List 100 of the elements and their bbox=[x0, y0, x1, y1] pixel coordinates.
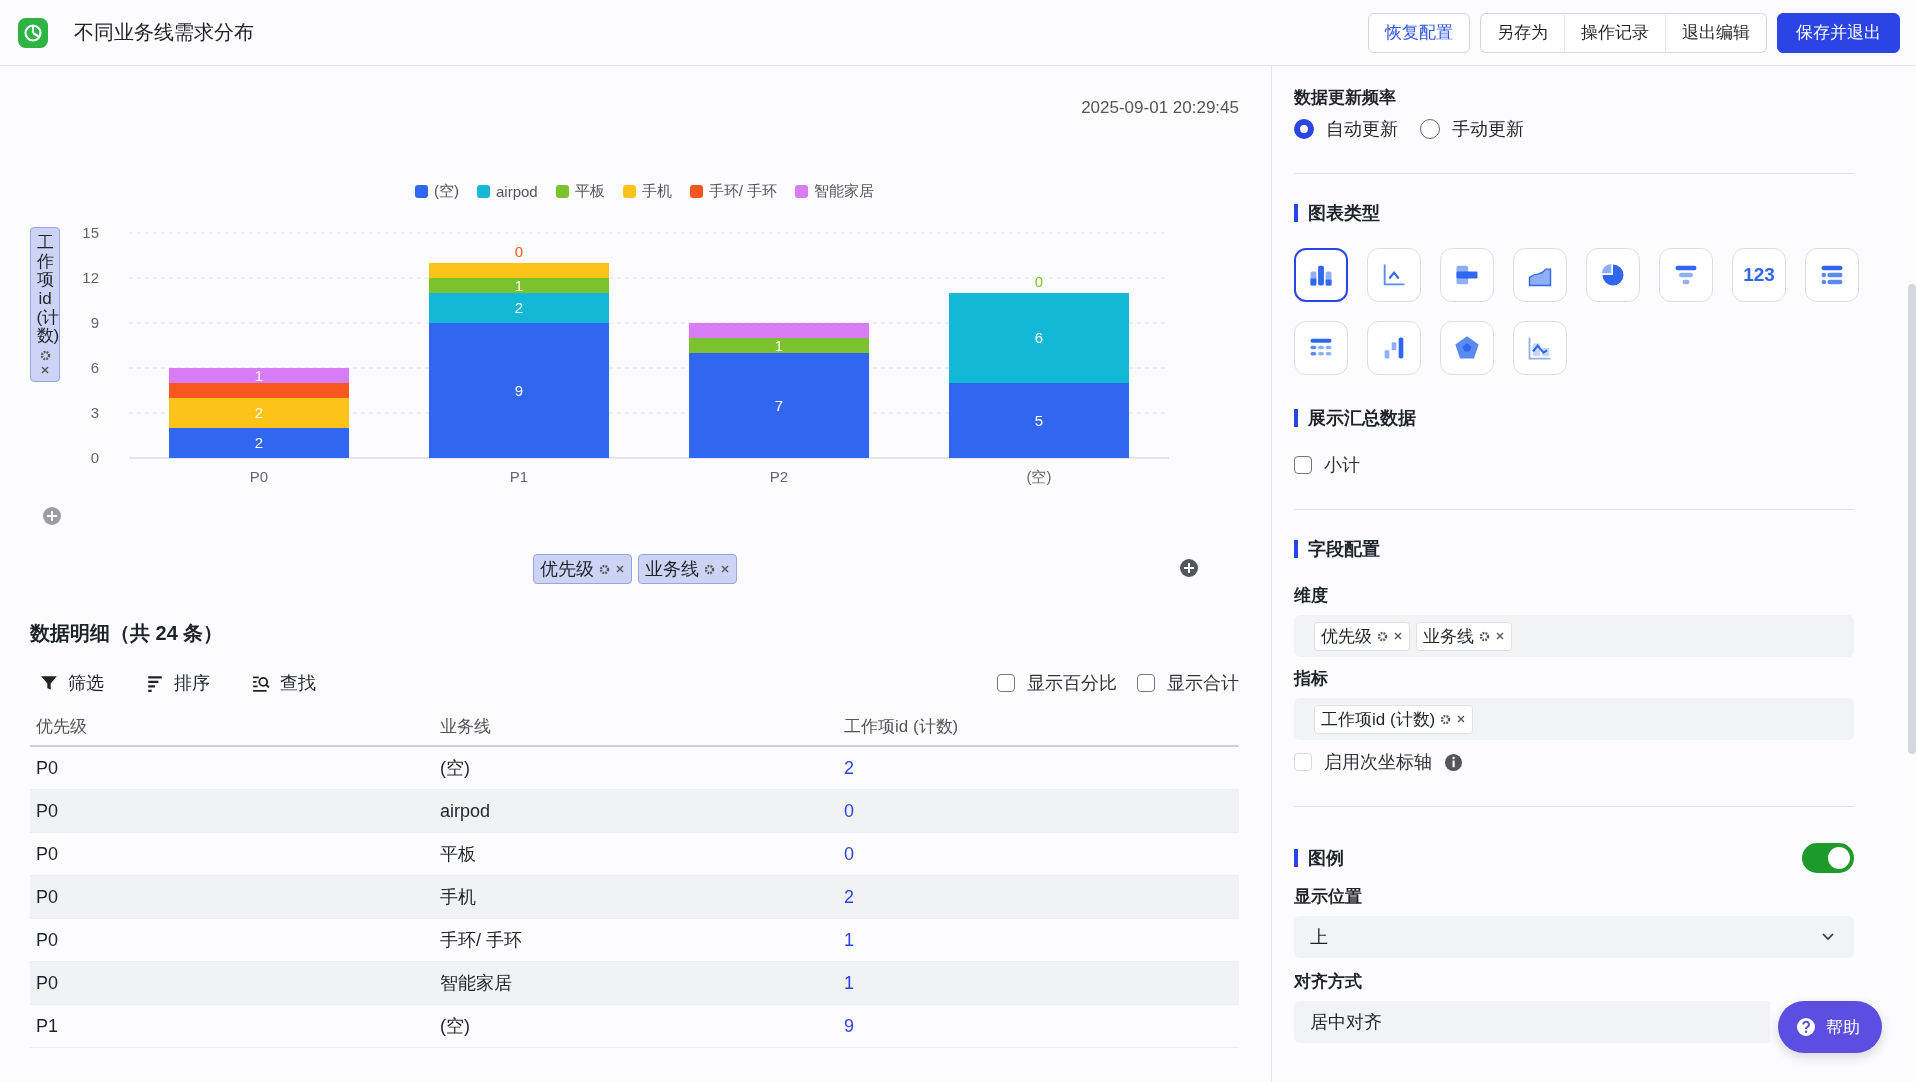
gear-icon[interactable] bbox=[1479, 630, 1490, 642]
data-label: 9 bbox=[514, 381, 524, 399]
close-icon[interactable] bbox=[40, 365, 50, 376]
scrollbar[interactable] bbox=[1908, 284, 1916, 754]
gear-icon[interactable] bbox=[39, 350, 51, 362]
page-title: 不同业务线需求分布 bbox=[74, 20, 254, 45]
data-label: 1 bbox=[514, 276, 524, 294]
area-chart-type-button[interactable] bbox=[1513, 248, 1567, 302]
data-label: 2 bbox=[254, 404, 264, 421]
table-cell-text: 0 bbox=[843, 843, 855, 865]
align-select[interactable]: 居中对齐 bbox=[1294, 1001, 1770, 1043]
line-chart-type-button[interactable] bbox=[1367, 248, 1421, 302]
table-cell-text: P0 bbox=[35, 800, 60, 822]
filter-button[interactable]: 筛选 bbox=[30, 667, 114, 699]
radio-label: 手动更新 bbox=[1452, 118, 1524, 141]
column-header: 优先级 bbox=[35, 715, 88, 738]
list-chart-type-button[interactable] bbox=[1805, 248, 1859, 302]
gear-icon[interactable] bbox=[703, 563, 715, 575]
data-label: 6 bbox=[1034, 329, 1044, 346]
section-heading: 字段配置 bbox=[1294, 540, 1854, 558]
gear-icon[interactable] bbox=[1377, 630, 1388, 642]
field-label: 维度 bbox=[1294, 585, 1329, 607]
toggle-switch[interactable] bbox=[1802, 843, 1854, 873]
checkbox-label: 显示合计 bbox=[1167, 672, 1239, 695]
field-chip[interactable]: 业务线 bbox=[1416, 621, 1512, 651]
data-label: 2 bbox=[254, 434, 264, 451]
field-chip[interactable]: 优先级 bbox=[1314, 621, 1410, 651]
checkbox[interactable] bbox=[1294, 456, 1312, 474]
toolbar-button[interactable]: 另存为 bbox=[1480, 12, 1564, 53]
table-cell-text: (空) bbox=[439, 757, 471, 780]
table-cell-text: 1 bbox=[843, 972, 855, 994]
hbar-chart-type-button[interactable] bbox=[1440, 248, 1494, 302]
close-icon[interactable] bbox=[719, 564, 730, 574]
info-icon[interactable] bbox=[1444, 752, 1463, 772]
dimension-drop-zone[interactable]: 优先级 业务线 bbox=[1294, 615, 1854, 657]
gear-icon[interactable] bbox=[1440, 713, 1452, 725]
field-label: 对齐方式 bbox=[1294, 971, 1363, 993]
section-heading: 图表类型 bbox=[1294, 204, 1854, 222]
data-label: 2 bbox=[514, 299, 524, 316]
table-cell-text: P0 bbox=[35, 886, 60, 908]
field-label: 显示位置 bbox=[1294, 886, 1363, 908]
y-tick-label: 0 bbox=[90, 449, 99, 466]
close-icon[interactable] bbox=[1456, 714, 1467, 724]
table-cell-text: P0 bbox=[35, 757, 60, 779]
save-exit-button[interactable]: 保存并退出 bbox=[1777, 12, 1900, 53]
timestamp: 2025-09-01 20:29:45 bbox=[1080, 98, 1239, 118]
table-cell-text: 平板 bbox=[439, 843, 477, 866]
kpi-chart-type-button[interactable]: 123 bbox=[1732, 248, 1786, 302]
gear-icon[interactable] bbox=[598, 563, 610, 575]
search-button[interactable]: 查找 bbox=[242, 667, 326, 699]
help-button[interactable]: 帮助 bbox=[1778, 1001, 1882, 1053]
sort-icon bbox=[146, 674, 164, 692]
x-category-label: P2 bbox=[769, 468, 789, 485]
close-icon[interactable] bbox=[614, 564, 625, 574]
field-chip[interactable]: 工作项id (计数) bbox=[1314, 704, 1474, 734]
table-chart-type-button[interactable] bbox=[1294, 321, 1348, 375]
checkbox[interactable] bbox=[1137, 674, 1155, 692]
radar-chart-type-button[interactable] bbox=[1440, 321, 1494, 375]
add-icon[interactable] bbox=[1179, 558, 1199, 578]
close-icon[interactable] bbox=[1495, 631, 1505, 641]
table-cell-text: (空) bbox=[439, 1015, 471, 1038]
checkbox-label: 启用次坐标轴 bbox=[1324, 751, 1432, 774]
checkbox-label: 小计 bbox=[1324, 454, 1360, 477]
table-cell-text: 2 bbox=[843, 886, 855, 908]
x-axis-field-chip[interactable]: 优先级 bbox=[532, 554, 632, 584]
close-icon[interactable] bbox=[1393, 631, 1403, 641]
pie-chart-type-button[interactable] bbox=[1586, 248, 1640, 302]
x-category-label: (空) bbox=[1026, 468, 1052, 485]
waterfall-chart-type-button[interactable] bbox=[1367, 321, 1421, 375]
table-cell-text: P1 bbox=[35, 1015, 60, 1037]
position-select[interactable]: 上 bbox=[1294, 916, 1854, 958]
data-label: 1 bbox=[774, 336, 784, 354]
x-category-label: P1 bbox=[509, 468, 529, 485]
app-logo-icon bbox=[18, 17, 48, 48]
metric-drop-zone[interactable]: 工作项id (计数) bbox=[1294, 698, 1854, 740]
funnel-chart-type-button[interactable] bbox=[1659, 248, 1713, 302]
radar-chart-icon bbox=[1453, 334, 1481, 362]
table-cell-text: airpod bbox=[439, 800, 492, 822]
toolbar-button[interactable]: 操作记录 bbox=[1564, 12, 1665, 53]
toolbar-button[interactable]: 退出编辑 bbox=[1665, 12, 1767, 53]
y-tick-label: 6 bbox=[90, 359, 99, 376]
radio-label: 自动更新 bbox=[1326, 118, 1398, 141]
bar-chart-type-button[interactable] bbox=[1294, 248, 1348, 302]
legend-label: 手环/ 手环 bbox=[708, 182, 777, 201]
y-axis-field-chip[interactable]: 工作项id (计数) bbox=[30, 227, 60, 383]
section-heading: 图例 bbox=[1294, 849, 1344, 867]
section-title: 数据明细（共 24 条） bbox=[30, 621, 225, 646]
table-cell-text: 2 bbox=[843, 757, 855, 779]
radio-button[interactable] bbox=[1294, 119, 1314, 139]
sort-button[interactable]: 排序 bbox=[136, 667, 220, 699]
question-icon bbox=[1796, 1017, 1816, 1037]
checkbox[interactable] bbox=[997, 674, 1015, 692]
restore-button[interactable]: 恢复配置 bbox=[1368, 12, 1470, 53]
x-axis-field-chip[interactable]: 业务线 bbox=[637, 554, 737, 584]
legend-label: 平板 bbox=[574, 182, 605, 201]
table-cell-text: 1 bbox=[843, 929, 855, 951]
data-label: 5 bbox=[1034, 411, 1044, 429]
table-cell-text: 手机 bbox=[439, 886, 477, 909]
checkbox-label: 显示百分比 bbox=[1027, 672, 1117, 695]
search-icon bbox=[252, 674, 270, 692]
